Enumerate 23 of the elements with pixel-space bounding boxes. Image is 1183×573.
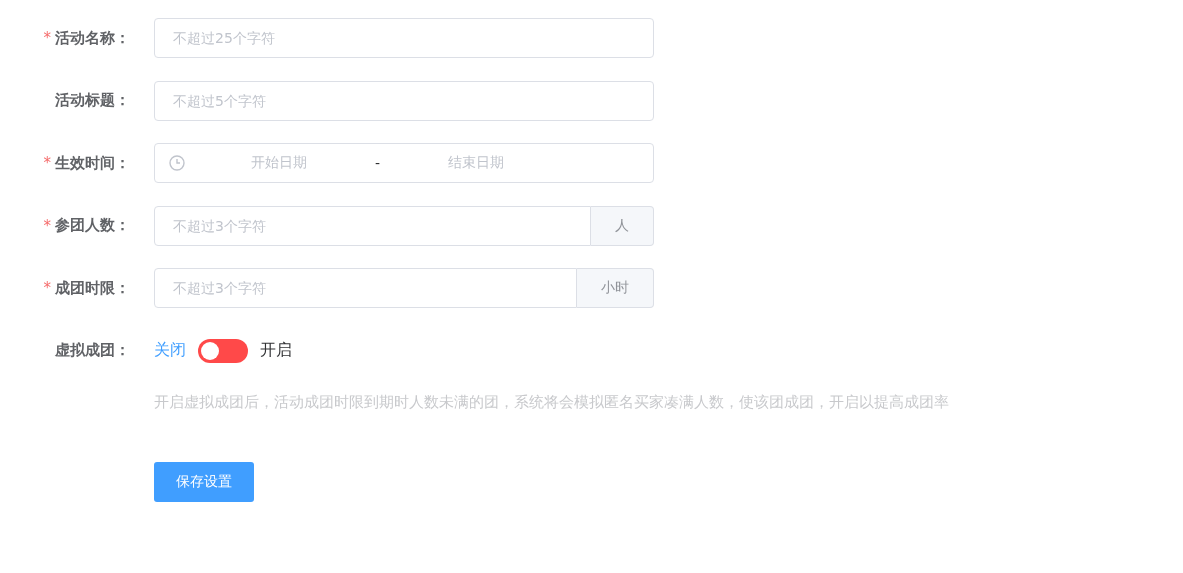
input-field[interactable]: 不超过3个字符 <box>154 205 591 246</box>
field-label: 参团人数： <box>55 216 130 235</box>
required-asterisk: * <box>43 154 51 172</box>
input-field[interactable]: 不超过25个字符 <box>154 18 654 58</box>
start-date-placeholder: 开始日期 <box>251 154 307 172</box>
field-label: 虚拟成团： <box>55 341 130 360</box>
input-field[interactable]: 不超过3个字符 <box>154 268 577 308</box>
required-asterisk: * <box>43 29 51 47</box>
unit-addon: 小时 <box>577 268 654 308</box>
date-range-field[interactable]: 开始日期 - 结束日期 <box>154 143 654 183</box>
input-field[interactable]: 不超过5个字符 <box>154 80 654 121</box>
unit-addon: 人 <box>591 205 654 246</box>
field-label: 成团时限： <box>55 278 130 298</box>
clock-icon <box>169 155 185 171</box>
field-label: 生效时间： <box>55 153 130 173</box>
end-date-placeholder: 结束日期 <box>448 154 505 172</box>
required-asterisk: * <box>43 216 51 235</box>
field-label: 活动名称： <box>55 28 130 48</box>
field-label: 活动标题： <box>55 91 130 110</box>
required-asterisk: * <box>43 279 51 297</box>
on-label[interactable]: 开启 <box>260 340 292 361</box>
toggle-switch[interactable] <box>198 338 248 363</box>
range-separator: - <box>375 155 381 171</box>
